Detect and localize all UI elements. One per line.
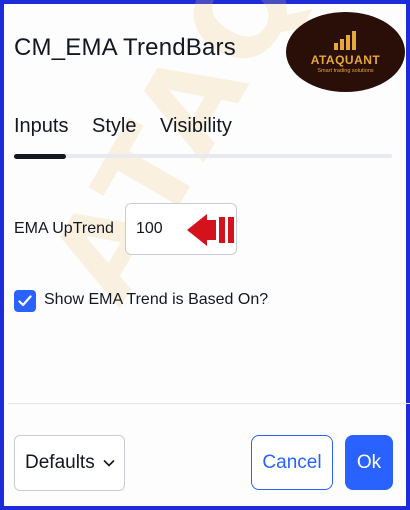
- bar-chart-logo-icon: [333, 31, 356, 50]
- tab-style[interactable]: Style: [92, 115, 136, 138]
- defaults-label: Defaults: [25, 452, 95, 473]
- logo-tagline: Smart trading solutions: [317, 68, 374, 74]
- show-ema-checkbox-label[interactable]: Show EMA Trend is Based On?: [44, 291, 268, 309]
- logo-name: ATAQUANT: [310, 53, 381, 67]
- tab-underline-track: [14, 154, 392, 158]
- cancel-button[interactable]: Cancel: [251, 435, 333, 490]
- red-arrow-left: [187, 214, 234, 246]
- dialog-frame: ATAQUANT CM_EMA TrendBars ATAQUANT Smart…: [0, 0, 410, 510]
- defaults-dropdown[interactable]: Defaults: [14, 435, 125, 491]
- chevron-down-icon: [103, 459, 115, 467]
- ok-button[interactable]: Ok: [345, 435, 393, 490]
- tab-visibility[interactable]: Visibility: [160, 115, 232, 138]
- tab-active-indicator: [14, 154, 66, 159]
- ema-uptrend-label: EMA UpTrend: [14, 220, 114, 237]
- dialog-title: CM_EMA TrendBars: [14, 34, 236, 61]
- footer-divider: [8, 403, 410, 404]
- show-ema-checkbox[interactable]: [14, 290, 36, 312]
- tab-inputs[interactable]: Inputs: [14, 115, 68, 138]
- checkmark-icon: [18, 295, 32, 307]
- brand-logo: ATAQUANT Smart trading solutions: [286, 12, 405, 92]
